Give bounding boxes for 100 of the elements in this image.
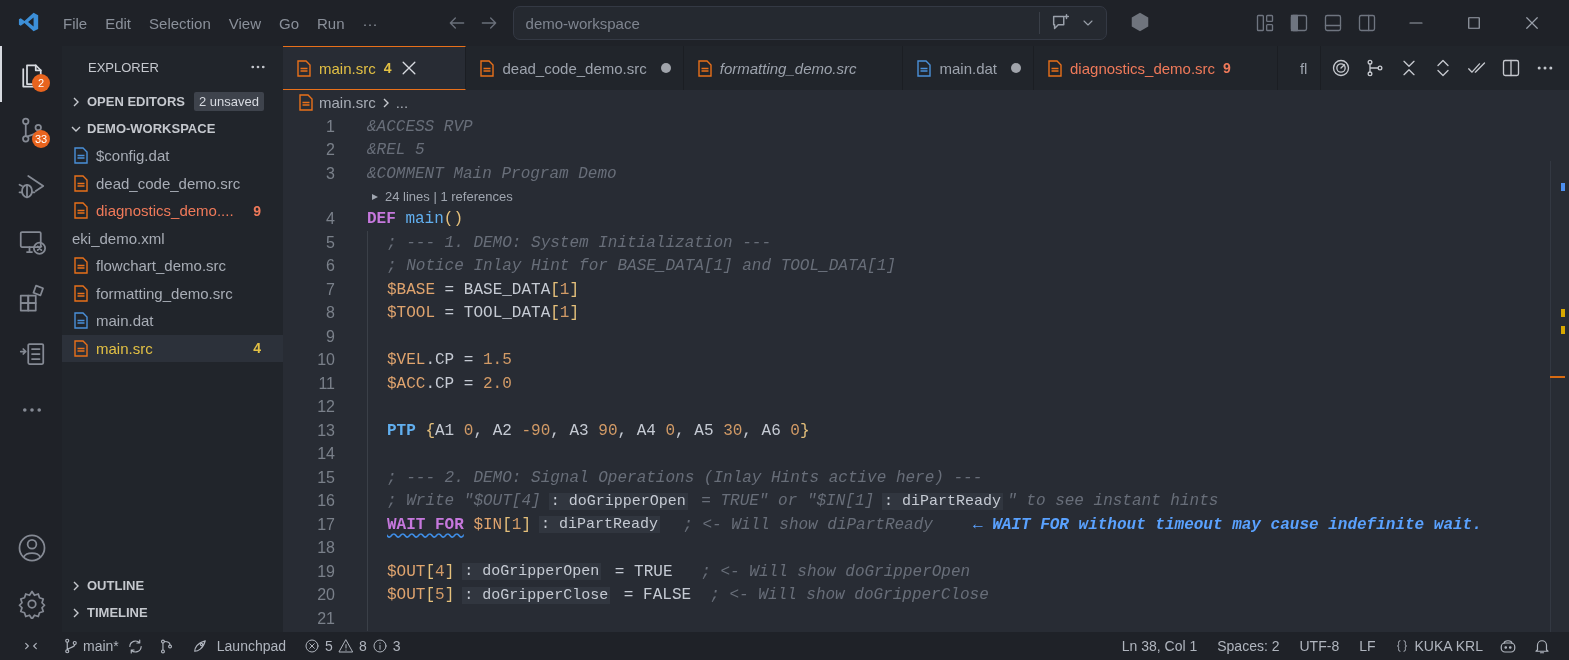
explorer-file-entry[interactable]: dead_code_demo.src: [62, 169, 283, 197]
section-header[interactable]: TIMELINE: [87, 605, 148, 620]
source-file-icon: [74, 339, 88, 357]
branch-graph-icon[interactable]: [1365, 58, 1385, 78]
editor-tab[interactable]: main.dat: [903, 46, 1035, 90]
explorer-file-entry[interactable]: formatting_demo.src: [62, 279, 283, 307]
line-number: 15: [316, 468, 335, 487]
code-token: 5: [435, 586, 445, 605]
file-name: $config.dat: [96, 147, 171, 165]
branch-icon[interactable]: [62, 637, 80, 655]
explorer-file-entry[interactable]: main.src 4: [62, 334, 283, 362]
fold-triangle-icon[interactable]: [371, 192, 379, 201]
menu-item[interactable]: Run: [308, 14, 354, 32]
code-token: [: [425, 562, 435, 581]
line-number: 16: [316, 492, 335, 511]
editor-tab[interactable]: formatting_demo.src: [683, 46, 904, 90]
code-token: $IN: [472, 515, 503, 534]
code-token: ]: [569, 280, 580, 299]
branch-name[interactable]: main*: [80, 638, 127, 654]
menu-item[interactable]: Edit: [96, 14, 141, 32]
file-name: formatting_demo.src: [96, 284, 234, 302]
language-mode[interactable]: KUKA KRL: [1414, 638, 1483, 654]
line-number: 5: [325, 233, 335, 252]
code-token: [: [502, 515, 512, 534]
command-center-search[interactable]: demo-workspace: [512, 6, 1107, 40]
count-badge: 2: [32, 74, 50, 92]
editor-tab[interactable]: main.src 4: [283, 46, 467, 90]
problem-count: 9: [1223, 60, 1231, 76]
explorer-file-entry[interactable]: $config.dat: [62, 142, 283, 170]
tab-label: main.src: [319, 59, 376, 77]
status-item[interactable]: UTF-8: [1289, 638, 1350, 654]
code-token: .CP =: [425, 351, 475, 370]
diagnostic-message: ← WAIT FOR without timeout may cause indefinite wait.: [972, 515, 1482, 534]
line-number: 8: [325, 304, 335, 323]
code-token: ]: [521, 515, 532, 534]
launchpad-item[interactable]: Launchpad: [208, 638, 295, 654]
code-token: &REL 5: [367, 141, 425, 160]
code-token: 1: [559, 280, 570, 299]
code-token: WAIT FOR: [387, 515, 464, 534]
info-count[interactable]: 3: [392, 638, 401, 654]
copilot-icon[interactable]: [1499, 637, 1517, 655]
code-token: A1: [435, 421, 456, 440]
menu-item[interactable]: View: [219, 14, 270, 32]
code-token: $OUT: [387, 586, 426, 605]
panel-title: EXPLORER: [88, 59, 159, 75]
warning-icon: [337, 638, 354, 654]
code-token: [: [425, 586, 435, 605]
editor-tab[interactable]: diagnostics_demo.src 9: [1034, 46, 1278, 90]
warning-count[interactable]: 8: [358, 638, 367, 654]
gauge-icon[interactable]: [1331, 58, 1351, 78]
menu-item[interactable]: Go: [270, 14, 308, 32]
code-token: $ACC: [387, 374, 426, 393]
explorer-file-entry[interactable]: eki_demo.xml: [62, 224, 283, 252]
explorer-file-entry[interactable]: main.dat: [62, 307, 283, 335]
breadcrumb-item[interactable]: main.src: [319, 94, 376, 111]
maximize-icon[interactable]: [1465, 14, 1483, 32]
customize-layout-icon[interactable]: [1255, 13, 1275, 33]
section-header[interactable]: DEMO-WORKSPACE: [87, 121, 216, 136]
split-editor-icon[interactable]: [1501, 58, 1521, 78]
bell-icon[interactable]: [1533, 637, 1551, 655]
close-icon[interactable]: [1523, 14, 1541, 32]
file-name: eki_demo.xml: [72, 229, 166, 247]
editor-tab[interactable]: dead_code_demo.src: [466, 46, 684, 90]
code-token: = BASE_DATA: [443, 280, 551, 299]
problem-count: 4: [383, 60, 392, 76]
search-text[interactable]: demo-workspace: [525, 14, 640, 32]
code-token: 2.0: [483, 374, 512, 393]
sync-icon[interactable]: [126, 637, 144, 655]
status-item[interactable]: Ln 38, Col 1: [1111, 638, 1208, 654]
menu-item[interactable]: ···: [353, 14, 387, 32]
source-file-icon: [74, 257, 88, 275]
toggle-panel-icon[interactable]: [1323, 13, 1343, 33]
extensions-icon: [17, 283, 47, 313]
breadcrumb-item[interactable]: ...: [395, 94, 409, 111]
error-count[interactable]: 5: [325, 638, 333, 654]
toggle-secondary-sidebar-icon[interactable]: [1357, 13, 1377, 33]
code-token: 4: [435, 562, 445, 581]
explorer-file-entry[interactable]: flowchart_demo.src: [62, 252, 283, 280]
file-name: diagnostics_demo....: [96, 202, 235, 220]
status-item[interactable]: LF: [1349, 638, 1386, 654]
code-lens[interactable]: 24 lines | 1 references: [385, 189, 513, 204]
data-file-icon: [917, 59, 932, 77]
code-token: DEF: [367, 210, 396, 229]
source-file-icon: [1048, 59, 1063, 77]
toggle-sidebar-icon[interactable]: [1289, 13, 1309, 33]
code-token: 0: [665, 421, 676, 440]
section-header[interactable]: OUTLINE: [87, 578, 145, 593]
code-token: .CP =: [425, 374, 475, 393]
explorer-file-entry[interactable]: diagnostics_demo.... 9: [62, 197, 283, 225]
status-item[interactable]: Spaces: 2: [1207, 638, 1290, 654]
file-name: flowchart_demo.src: [96, 257, 228, 275]
inlay-hint: : doGripperOpen: [548, 492, 688, 510]
code-token: ; --- 2. DEMO: Signal Operations (Inlay Hints active here) ---: [387, 468, 983, 487]
section-header[interactable]: OPEN EDITORS: [87, 94, 185, 109]
menu-item[interactable]: File: [54, 14, 97, 32]
menu-item[interactable]: Selection: [140, 14, 220, 32]
inlay-hint: : diPartReady: [539, 516, 661, 534]
line-number: 19: [316, 562, 335, 581]
source-file-icon: [74, 174, 88, 192]
code-token: ; <- Will show doGripperOpen: [700, 562, 971, 581]
